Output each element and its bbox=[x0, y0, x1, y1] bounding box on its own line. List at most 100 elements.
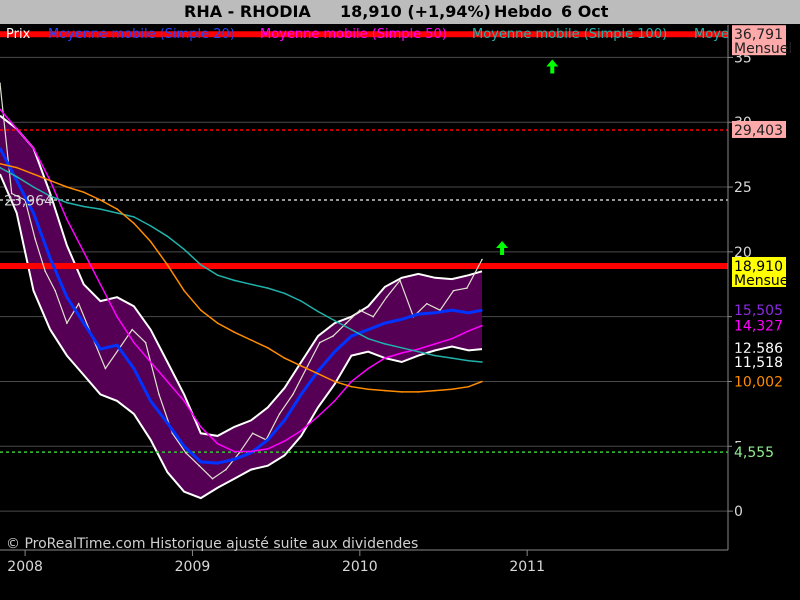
plot-area[interactable] bbox=[0, 25, 728, 550]
legend-price: Prix bbox=[6, 27, 31, 42]
series-point bbox=[434, 343, 436, 345]
series-point bbox=[292, 393, 294, 396]
left-value-text: 23,964 bbox=[4, 193, 53, 209]
series-point bbox=[250, 283, 252, 286]
series-point bbox=[467, 359, 470, 362]
series-point bbox=[32, 212, 35, 214]
legend-ma50: Moyenne mobile (Simple 50) bbox=[260, 27, 447, 42]
series-point bbox=[133, 341, 135, 344]
series-point bbox=[44, 270, 46, 273]
series-point bbox=[384, 389, 386, 392]
series-point bbox=[82, 322, 85, 324]
series-point bbox=[283, 440, 286, 442]
price-label-period: Mensuel bbox=[734, 273, 792, 289]
series-point bbox=[466, 287, 468, 289]
series-point bbox=[400, 391, 403, 393]
series-point bbox=[267, 347, 269, 349]
series-point bbox=[116, 344, 118, 347]
x-tick-label: 2011 bbox=[509, 559, 545, 575]
series-point bbox=[211, 477, 214, 480]
series-point bbox=[417, 348, 420, 350]
series-point bbox=[434, 312, 436, 314]
series-point bbox=[32, 186, 35, 188]
series-point bbox=[166, 264, 169, 266]
series-point bbox=[318, 341, 321, 344]
series-point bbox=[267, 448, 269, 450]
series-point bbox=[333, 350, 336, 353]
series-point bbox=[267, 287, 269, 289]
series-point bbox=[332, 335, 334, 337]
series-point bbox=[82, 251, 85, 253]
series-point bbox=[283, 292, 286, 295]
series-point bbox=[317, 370, 319, 372]
series-point bbox=[250, 450, 252, 453]
series-point bbox=[99, 208, 102, 210]
series-point bbox=[400, 347, 403, 349]
series-point bbox=[66, 296, 68, 299]
series-point bbox=[216, 462, 219, 464]
series-point bbox=[54, 289, 56, 292]
series-point bbox=[104, 367, 107, 370]
series-point bbox=[350, 385, 353, 388]
series-point bbox=[481, 324, 483, 327]
series-point bbox=[251, 432, 254, 435]
series-point bbox=[34, 238, 36, 240]
series-point bbox=[385, 296, 388, 299]
left-value-label: 23,964 bbox=[4, 193, 53, 209]
series-point bbox=[359, 309, 361, 312]
series-point bbox=[216, 442, 219, 445]
series-point bbox=[481, 258, 483, 261]
series-point bbox=[417, 313, 420, 315]
series-point bbox=[216, 322, 219, 324]
price-label-value: 10,002 bbox=[734, 374, 783, 390]
price-chart[interactable]: 05101520253035 2008200920102011 36,791Me… bbox=[0, 0, 800, 600]
series-point bbox=[131, 328, 133, 331]
series-point bbox=[216, 274, 219, 277]
copyright-footer: © ProRealTime.com Historique ajusté suit… bbox=[6, 536, 418, 552]
series-point bbox=[198, 464, 200, 467]
series-point bbox=[149, 361, 152, 363]
series-point bbox=[384, 343, 386, 345]
series-point bbox=[200, 426, 202, 428]
series-point bbox=[200, 309, 202, 312]
series-point bbox=[451, 357, 453, 359]
series-point bbox=[133, 216, 135, 218]
series-point bbox=[417, 350, 420, 353]
series-point bbox=[452, 289, 455, 292]
series-point bbox=[233, 458, 236, 461]
series-point bbox=[481, 380, 483, 383]
series-point bbox=[233, 331, 236, 334]
series-point bbox=[225, 468, 227, 471]
series-point bbox=[166, 380, 169, 383]
series-point bbox=[451, 337, 453, 340]
series-point bbox=[481, 309, 483, 312]
series-point bbox=[333, 319, 336, 322]
series-point bbox=[278, 413, 281, 415]
series-point bbox=[451, 309, 453, 312]
legend-ma-more: Moye bbox=[694, 27, 729, 42]
price-label-value: 4,555 bbox=[734, 445, 774, 461]
series-point bbox=[350, 328, 353, 331]
series-point bbox=[116, 212, 118, 214]
series-point bbox=[300, 393, 303, 396]
price-label-value: 29,403 bbox=[734, 123, 783, 139]
series-point bbox=[116, 315, 118, 318]
series-point bbox=[133, 367, 135, 370]
series-point bbox=[467, 385, 470, 388]
series-point bbox=[250, 339, 252, 341]
right-price-labels: 36,791Mensuel29,40318,910Mensuel15,50514… bbox=[732, 25, 792, 461]
series-point bbox=[317, 310, 319, 313]
series-point bbox=[66, 322, 68, 324]
series-point bbox=[149, 400, 152, 402]
series-point bbox=[372, 315, 375, 318]
y-tick-label: 0 bbox=[734, 504, 743, 520]
series-point bbox=[451, 388, 453, 391]
series-point bbox=[300, 365, 303, 367]
series-point bbox=[99, 348, 102, 350]
series-point bbox=[99, 283, 102, 286]
price-label-value: 11,518 bbox=[734, 355, 783, 371]
series-point bbox=[233, 279, 236, 282]
series-point bbox=[183, 289, 185, 292]
x-axis: 2008 2009 2010 2011 bbox=[7, 550, 545, 575]
legend-ma20: Moyenne mobile (Simple 20) bbox=[48, 27, 235, 42]
